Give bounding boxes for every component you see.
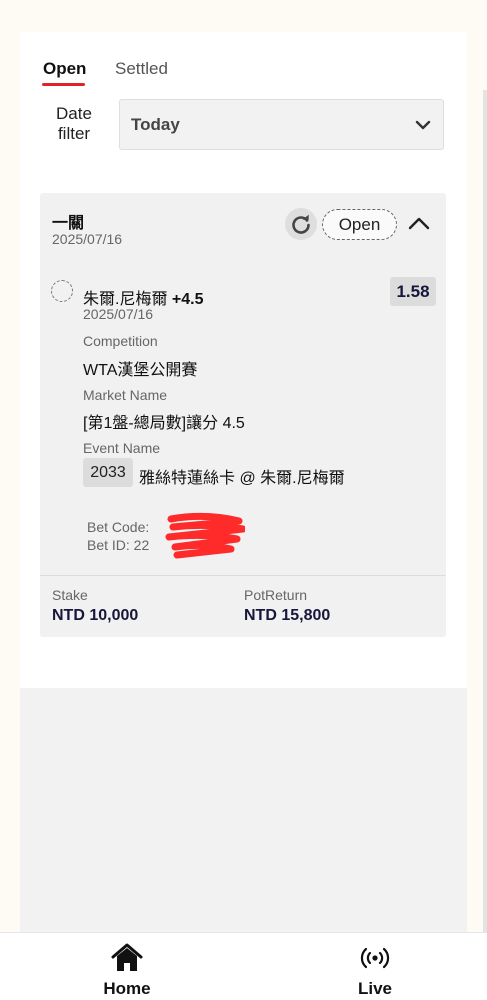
competition-value: WTA漢堡公開賽 <box>83 362 198 379</box>
nav-live[interactable]: Live <box>315 933 435 1000</box>
leg-status-radio <box>51 280 73 302</box>
pot-return-label: PotReturn <box>244 587 308 603</box>
bet-card: 一關 2025/07/16 Open 朱爾.尼梅爾 +4.5 1.58 2025… <box>40 193 446 637</box>
bet-date: 2025/07/16 <box>52 231 123 247</box>
pot-return-value: NTD 15,800 <box>244 607 331 624</box>
app-root: Open Settled Date filter Today 一關 2025/0… <box>0 0 487 1000</box>
top-strip <box>0 0 487 30</box>
leg-date: 2025/07/16 <box>83 306 154 322</box>
tab-settled[interactable]: Settled <box>115 59 168 79</box>
chevron-up-icon[interactable] <box>408 215 430 231</box>
bet-id-label: Bet ID: 22 <box>87 537 150 553</box>
stake-value: NTD 10,000 <box>52 607 139 624</box>
event-code-badge: 2033 <box>83 458 133 487</box>
date-filter-select[interactable]: Today <box>119 99 444 150</box>
selection-handicap: +4.5 <box>171 291 204 308</box>
nav-home-label: Home <box>103 979 151 998</box>
tab-open[interactable]: Open <box>43 59 86 79</box>
home-icon <box>111 943 143 971</box>
bet-status-badge[interactable]: Open <box>322 209 397 240</box>
market-value: [第1盤-總局數]讓分 4.5 <box>83 415 245 432</box>
bottom-nav: Home Live <box>0 932 487 1000</box>
refresh-button[interactable] <box>285 208 317 240</box>
nav-live-label: Live <box>357 979 393 998</box>
redaction-scribble <box>165 512 245 559</box>
bet-code-label: Bet Code: <box>87 519 150 535</box>
odds-badge: 1.58 <box>390 277 436 306</box>
refresh-icon <box>292 214 310 234</box>
market-label: Market Name <box>83 387 168 403</box>
event-label: Event Name <box>83 440 161 456</box>
event-name: 雅絲特蓮絲卡 @ 朱爾.尼梅爾 <box>139 470 345 487</box>
chevron-down-icon <box>415 120 431 130</box>
active-tab-indicator <box>42 83 85 86</box>
bet-type: 一關 <box>52 215 85 232</box>
date-filter-value: Today <box>131 115 180 134</box>
empty-area <box>20 688 467 932</box>
date-filter-label: Date filter <box>56 104 92 143</box>
card-divider <box>40 575 446 576</box>
scrollbar-track[interactable] <box>483 90 487 932</box>
live-broadcast-icon <box>360 947 390 969</box>
nav-home[interactable]: Home <box>67 933 187 1000</box>
competition-label: Competition <box>83 333 158 349</box>
stake-label: Stake <box>52 587 88 603</box>
